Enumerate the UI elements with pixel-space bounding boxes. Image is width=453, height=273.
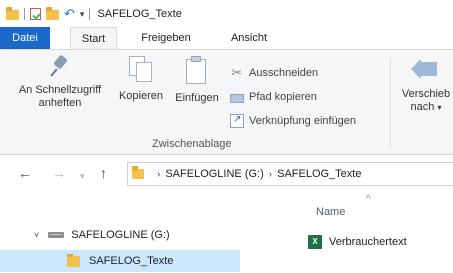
new-folder-icon[interactable]	[46, 6, 59, 20]
folder-label: SAFELOG_Texte	[89, 255, 174, 267]
window-title: SAFELOG_Texte	[97, 7, 182, 20]
nav-tree-drive[interactable]: ˅ SAFELOGLINE (G:)	[0, 224, 170, 246]
copy-label: Kopieren	[118, 90, 164, 102]
undo-icon[interactable]: ↶	[64, 7, 75, 20]
divider	[24, 7, 25, 20]
move-to-button[interactable]: Verschieb nach ▾	[396, 56, 453, 114]
chevron-down-icon: ▾	[437, 103, 442, 112]
copy-button[interactable]: Kopieren	[114, 56, 168, 103]
navigation-bar: ← → ▾ ↑ › SAFELOGLINE (G:) › SAFELOG_Tex…	[0, 159, 453, 189]
properties-icon[interactable]	[30, 7, 41, 20]
forward-arrow-icon[interactable]: →	[52, 164, 66, 182]
move-label-line1: Verschieb	[401, 88, 451, 100]
column-header-name[interactable]: Name	[316, 206, 345, 218]
expand-chevron-icon[interactable]: ˅	[34, 230, 39, 240]
paste-shortcut-button[interactable]: Verknüpfung einfügen	[230, 113, 356, 129]
folder-icon	[6, 6, 19, 20]
tab-file[interactable]: Datei	[0, 27, 50, 49]
move-label-line2: nach	[410, 101, 435, 113]
customize-dropdown-icon[interactable]: ▾	[80, 9, 85, 19]
excel-file-icon: X	[308, 235, 322, 249]
sort-ascending-icon: ^	[366, 194, 371, 205]
copy-path-button[interactable]: Pfad kopieren	[230, 89, 317, 105]
shortcut-icon	[230, 114, 244, 128]
breadcrumb-folder[interactable]: SAFELOG_Texte	[277, 168, 361, 180]
up-arrow-icon[interactable]: ↑	[100, 164, 107, 182]
paste-icon	[185, 56, 209, 86]
quick-access-toolbar: ↶ ▾	[6, 6, 95, 20]
tab-view[interactable]: Ansicht	[224, 27, 274, 49]
tab-share[interactable]: Freigeben	[134, 27, 198, 49]
folder-icon	[67, 253, 80, 267]
recent-locations-chevron-icon[interactable]: ▾	[80, 167, 85, 185]
pin-label-line1: An Schnellzugriff	[18, 84, 102, 96]
paste-shortcut-label: Verknüpfung einfügen	[249, 115, 357, 127]
tab-start[interactable]: Start	[70, 27, 117, 50]
breadcrumb-chevron-icon[interactable]: ›	[157, 169, 160, 180]
breadcrumb-chevron-icon[interactable]: ›	[269, 169, 272, 180]
paste-label: Einfügen	[175, 92, 219, 104]
file-list-item[interactable]: X Verbrauchertext	[308, 233, 407, 251]
cut-label: Ausschneiden	[249, 67, 319, 79]
copy-icon	[129, 56, 153, 84]
drive-icon	[48, 232, 65, 238]
nav-tree-folder-selected[interactable]: SAFELOG_Texte	[0, 250, 240, 272]
pin-to-quick-access-button[interactable]: An Schnellzugriff anheften	[8, 56, 112, 110]
title-bar: ↶ ▾ SAFELOG_Texte	[0, 0, 453, 27]
ribbon-tabs: Datei Start Freigeben Ansicht	[0, 27, 453, 50]
pin-label-line2: anheften	[38, 97, 82, 109]
cut-button[interactable]: ✂ Ausschneiden	[230, 65, 319, 81]
address-bar[interactable]: › SAFELOGLINE (G:) › SAFELOG_Texte	[127, 162, 453, 186]
copy-path-label: Pfad kopieren	[249, 91, 317, 103]
group-divider	[390, 58, 391, 148]
drive-label: SAFELOGLINE (G:)	[71, 229, 170, 241]
move-icon	[411, 56, 439, 82]
ribbon-panel: An Schnellzugriff anheften Kopieren Einf…	[0, 49, 453, 155]
divider	[89, 7, 91, 20]
scissors-icon: ✂	[231, 65, 243, 80]
paste-button[interactable]: Einfügen	[169, 56, 225, 105]
folder-icon	[132, 166, 144, 179]
file-name: Verbrauchertext	[329, 236, 407, 248]
back-arrow-icon[interactable]: ←	[18, 164, 32, 182]
clipboard-group-label: Zwischenablage	[152, 138, 232, 150]
breadcrumb-drive[interactable]: SAFELOGLINE (G:)	[165, 168, 263, 180]
pin-icon	[49, 56, 71, 78]
copy-path-icon	[230, 93, 244, 103]
